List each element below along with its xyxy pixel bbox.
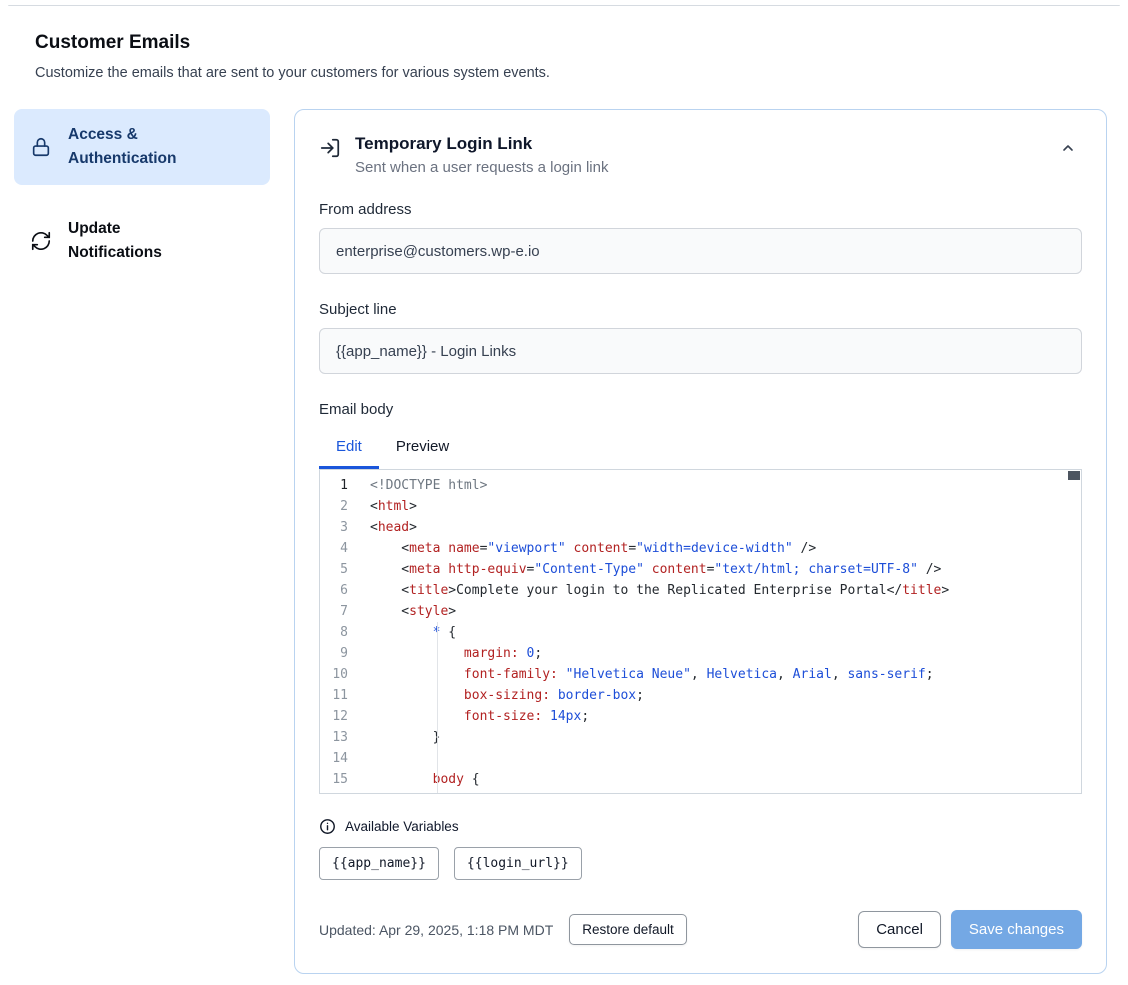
code-line: 4 <meta name="viewport" content="width=d… xyxy=(320,538,1081,559)
editor-tabs: Edit Preview xyxy=(319,430,1082,469)
save-changes-button[interactable]: Save changes xyxy=(951,910,1082,949)
collapse-button[interactable] xyxy=(1054,134,1082,165)
variable-chip-login-url[interactable]: {{login_url}} xyxy=(454,847,582,880)
card-subtitle: Sent when a user requests a login link xyxy=(355,159,608,176)
variable-chip-app-name[interactable]: {{app_name}} xyxy=(319,847,439,880)
chevron-up-icon xyxy=(1060,144,1076,159)
subject-line-label: Subject line xyxy=(319,300,1082,320)
email-body-label: Email body xyxy=(319,400,1082,420)
code-line: 12 font-size: 14px; xyxy=(320,706,1081,727)
updated-timestamp: Updated: Apr 29, 2025, 1:18 PM MDT xyxy=(319,922,553,938)
card-header-titles: Temporary Login Link Sent when a user re… xyxy=(355,134,608,176)
code-line: 15 body { xyxy=(320,769,1081,790)
page-title: Customer Emails xyxy=(35,32,1093,54)
from-address-label: From address xyxy=(319,200,1082,220)
page-header: Customer Emails Customize the emails tha… xyxy=(35,32,1093,81)
top-divider xyxy=(8,5,1120,6)
code-line: 16 background-color: #f8f8f8; xyxy=(320,790,1081,794)
code-line: 2<html> xyxy=(320,496,1081,517)
sidebar-item-access-authentication[interactable]: Access & Authentication xyxy=(14,109,270,185)
card-title: Temporary Login Link xyxy=(355,134,608,154)
code-line: 6 <title>Complete your login to the Repl… xyxy=(320,580,1081,601)
card-footer: Updated: Apr 29, 2025, 1:18 PM MDT Resto… xyxy=(319,910,1082,949)
code-line: 11 box-sizing: border-box; xyxy=(320,685,1081,706)
code-editor[interactable]: 1<!DOCTYPE html>2<html>3<head>4 <meta na… xyxy=(319,469,1082,794)
indent-guide xyxy=(437,622,438,793)
code-line: 1<!DOCTYPE html> xyxy=(320,475,1081,496)
code-line: 9 margin: 0; xyxy=(320,643,1081,664)
tab-preview[interactable]: Preview xyxy=(379,430,466,469)
code-line: 13 } xyxy=(320,727,1081,748)
tab-edit[interactable]: Edit xyxy=(319,430,379,469)
from-address-input[interactable] xyxy=(319,228,1082,274)
lock-icon xyxy=(30,136,52,158)
restore-default-button[interactable]: Restore default xyxy=(569,914,687,945)
login-icon xyxy=(319,137,341,159)
refresh-icon xyxy=(30,230,52,252)
card-header: Temporary Login Link Sent when a user re… xyxy=(319,134,1082,176)
code-line: 10 font-family: "Helvetica Neue", Helvet… xyxy=(320,664,1081,685)
sidebar-item-label: Update Notifications xyxy=(68,217,218,265)
code-line: 5 <meta http-equiv="Content-Type" conten… xyxy=(320,559,1081,580)
main-layout: Access & Authentication Update Notificat… xyxy=(14,109,1107,974)
editor-scrollbar-thumb[interactable] xyxy=(1068,471,1080,480)
sidebar-item-label: Access & Authentication xyxy=(68,123,218,171)
code-editor-lines: 1<!DOCTYPE html>2<html>3<head>4 <meta na… xyxy=(320,470,1081,794)
available-variables-row: Available Variables xyxy=(319,818,1082,835)
code-line: 8 * { xyxy=(320,622,1081,643)
subject-line-input[interactable] xyxy=(319,328,1082,374)
page-subtitle: Customize the emails that are sent to yo… xyxy=(35,65,1093,81)
info-icon xyxy=(319,818,336,835)
code-line: 7 <style> xyxy=(320,601,1081,622)
sidebar-item-update-notifications[interactable]: Update Notifications xyxy=(14,203,270,279)
cancel-button[interactable]: Cancel xyxy=(858,911,941,948)
code-line: 3<head> xyxy=(320,517,1081,538)
code-line: 14 xyxy=(320,748,1081,769)
variable-chips: {{app_name}} {{login_url}} xyxy=(319,847,1082,880)
sidebar: Access & Authentication Update Notificat… xyxy=(14,109,270,279)
email-template-card: Temporary Login Link Sent when a user re… xyxy=(294,109,1107,974)
available-variables-label: Available Variables xyxy=(345,819,459,834)
